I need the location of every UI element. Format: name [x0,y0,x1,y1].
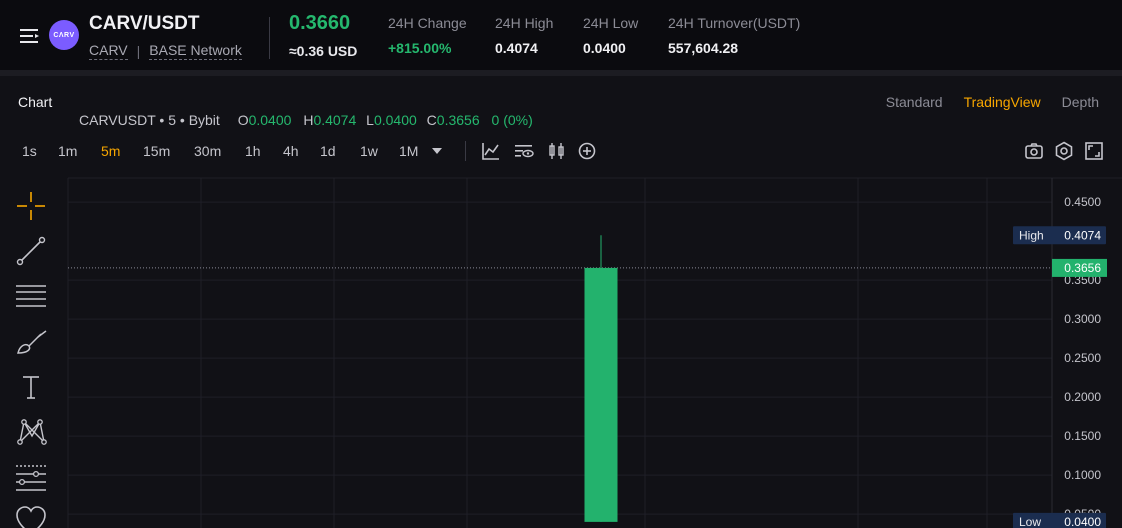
y-tick-label: 0.1500 [1064,429,1101,443]
legend-change: 0 (0%) [491,112,533,128]
low-price-tag-value: 0.0400 [1064,515,1101,528]
legend-dot: • [179,112,185,128]
y-tick-label: 0.1000 [1064,468,1101,482]
legend-high-value: 0.4074 [313,112,357,128]
legend-close-label: C [426,112,437,128]
ohlc-legend: CARVUSDT • 5 • Bybit O0.0400 H0.4074 L0.… [79,112,533,128]
legend-high-label: H [303,112,314,128]
legend-open-value: 0.0400 [248,112,292,128]
high-price-tag-label: High [1019,228,1044,242]
price-chart[interactable]: 0.45000.35000.30000.25000.20000.15000.10… [0,0,1122,528]
legend-dot: • [159,112,165,128]
candle-body [584,267,618,522]
y-tick-label: 0.4500 [1064,195,1101,209]
legend-interval: 5 [168,112,176,128]
legend-symbol: CARVUSDT [79,112,156,128]
low-price-tag-label: Low [1019,515,1041,528]
legend-exchange: Bybit [188,112,220,128]
y-tick-label: 0.2500 [1064,351,1101,365]
high-price-tag-value: 0.4074 [1064,228,1101,242]
y-tick-label: 0.3000 [1064,312,1101,326]
legend-low-value: 0.0400 [373,112,417,128]
legend-close-value: 0.3656 [436,112,480,128]
legend-open-label: O [237,112,249,128]
legend-low-label: L [366,112,374,128]
last-price-tag-value: 0.3656 [1064,261,1101,275]
y-tick-label: 0.2000 [1064,390,1101,404]
